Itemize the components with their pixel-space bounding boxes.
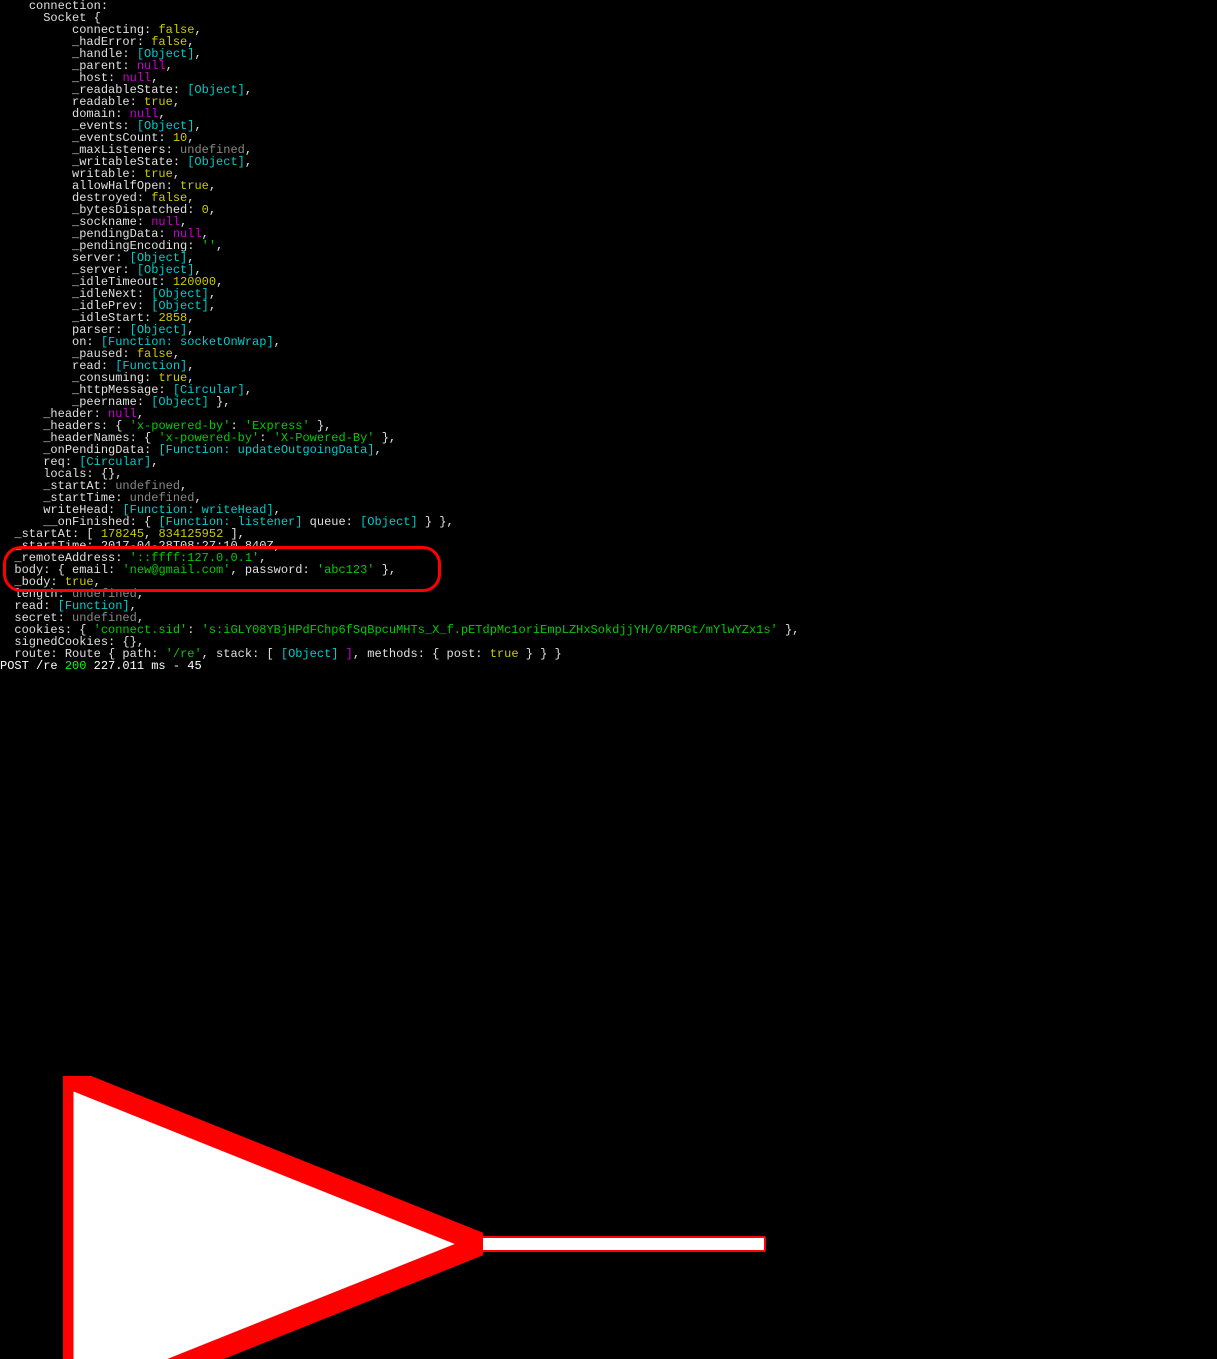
terminal-line: _onPendingData: [Function: updateOutgoin… — [0, 444, 1217, 456]
terminal-line: cookies: { 'connect.sid': 's:iGLY08YBjHP… — [0, 624, 1217, 636]
terminal-line: _body: true, — [0, 576, 1217, 588]
terminal-output[interactable]: connection: Socket { connecting: false, … — [0, 0, 1217, 672]
terminal-line: _handle: [Object], — [0, 48, 1217, 60]
arrow-annotation — [0, 672, 1217, 1359]
terminal-line: length: undefined, — [0, 588, 1217, 600]
terminal-line: _writableState: [Object], — [0, 156, 1217, 168]
terminal-line: connection: — [0, 0, 1217, 12]
terminal-line: on: [Function: socketOnWrap], — [0, 336, 1217, 348]
terminal-line: req: [Circular], — [0, 456, 1217, 468]
terminal-line: POST /re 200 227.011 ms - 45 — [0, 660, 1217, 672]
terminal-line: _peername: [Object] }, — [0, 396, 1217, 408]
terminal-line: _parent: null, — [0, 60, 1217, 72]
terminal-line: readable: true, — [0, 96, 1217, 108]
terminal-line: read: [Function], — [0, 600, 1217, 612]
terminal-line: _readableState: [Object], — [0, 84, 1217, 96]
terminal-line: body: { email: 'new@gmail.com', password… — [0, 564, 1217, 576]
